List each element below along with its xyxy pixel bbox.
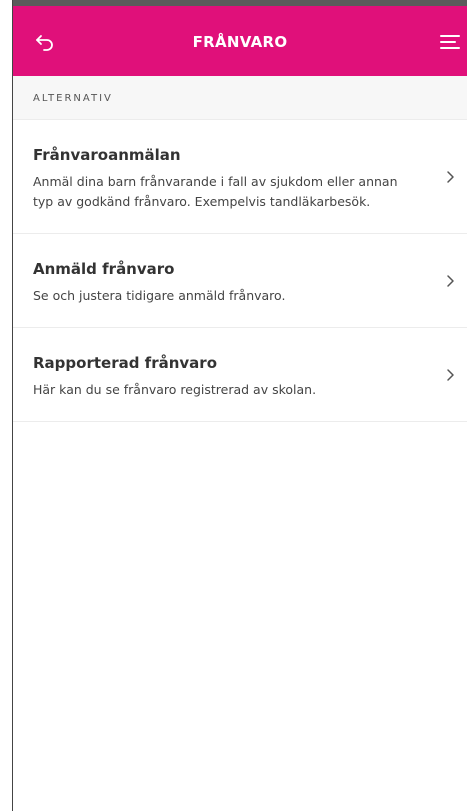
list-item-title: Frånvaroanmälan [33, 146, 181, 164]
section-label: ALTERNATIV [33, 93, 113, 104]
list-item-title: Rapporterad frånvaro [33, 354, 217, 372]
options-list: Frånvaroanmälan Anmäl dina barn frånvara… [13, 120, 467, 422]
list-item-description: Se och justera tidigare anmäld frånvaro. [33, 288, 286, 303]
section-header: ALTERNATIV [13, 76, 467, 120]
list-item-title: Anmäld frånvaro [33, 260, 175, 278]
chevron-right-icon [447, 368, 454, 381]
list-item-rapporterad-franvaro[interactable]: Rapporterad frånvaro Här kan du se frånv… [13, 328, 467, 422]
menu-button[interactable] [439, 33, 461, 51]
list-item-description: Anmäl dina barn frånvarande i fall av sj… [33, 174, 398, 209]
list-item-franvaroanmalan[interactable]: Frånvaroanmälan Anmäl dina barn frånvara… [13, 120, 467, 234]
app-screen: FRÅNVARO ALTERNATIV Frånvaroanmälan Anmä… [0, 0, 467, 811]
chevron-right-icon [447, 274, 454, 287]
page-title: FRÅNVARO [192, 33, 288, 51]
app-header: FRÅNVARO [13, 6, 467, 76]
list-item-description: Här kan du se frånvaro registrerad av sk… [33, 382, 317, 397]
chevron-right-icon [447, 170, 454, 183]
list-item-anmald-franvaro[interactable]: Anmäld frånvaro Se och justera tidigare … [13, 234, 467, 328]
hamburger-menu-icon [440, 35, 460, 49]
